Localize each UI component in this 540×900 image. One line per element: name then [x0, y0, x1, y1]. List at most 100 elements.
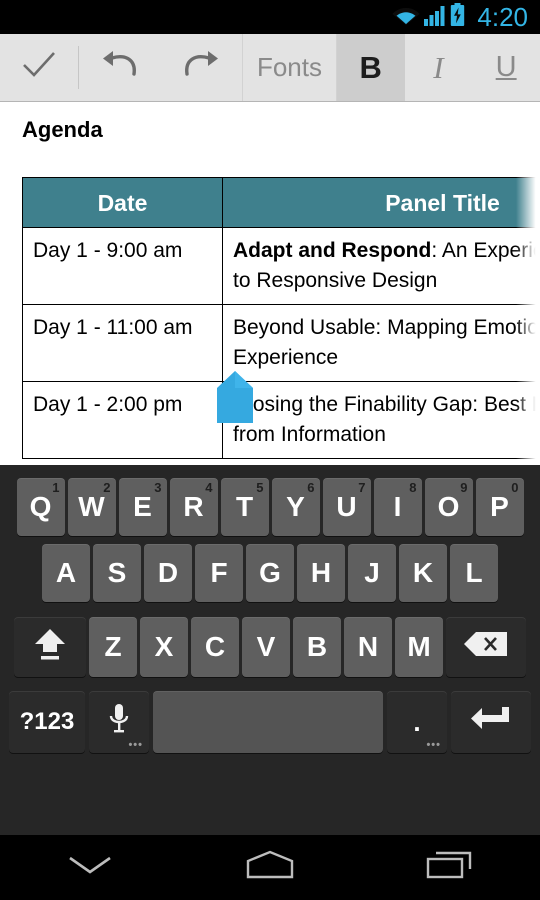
key-hint-4: 4: [205, 480, 213, 495]
wifi-icon: [392, 4, 420, 31]
key-f[interactable]: F: [195, 544, 243, 602]
android-navigation-bar: [0, 835, 540, 900]
key-hint-6: 6: [307, 480, 315, 495]
microphone-icon: [106, 702, 132, 743]
android-screen: 4:20 Fonts B I U Agenda Date Panel Title…: [0, 0, 540, 900]
key-d[interactable]: D: [144, 544, 192, 602]
cell-panel: Closing the Finability Gap: Best Practic…: [222, 381, 540, 459]
key-j[interactable]: J: [348, 544, 396, 602]
column-header-date: Date: [22, 177, 223, 228]
key-q[interactable]: 1Q: [16, 478, 65, 536]
key-h[interactable]: H: [297, 544, 345, 602]
key-u[interactable]: 7U: [322, 478, 371, 536]
key-backspace[interactable]: [446, 617, 526, 677]
key-x[interactable]: X: [140, 617, 188, 677]
key-hint-9: 9: [460, 480, 468, 495]
redo-icon: [181, 50, 221, 85]
key-shift[interactable]: [14, 617, 86, 677]
cell-panel-rest: Beyond Usable: Mapping Emotion to Experi…: [233, 316, 540, 369]
bold-button[interactable]: B: [336, 34, 405, 101]
key-longpress-dots: •••: [128, 739, 143, 751]
status-bar-icons: [392, 2, 465, 32]
cell-panel-bold: Adapt and Respond: [233, 239, 432, 262]
key-r[interactable]: 4R: [169, 478, 218, 536]
table-header-row: Date Panel Title: [22, 177, 540, 228]
key-label: E: [133, 491, 152, 522]
key-hint-5: 5: [256, 480, 264, 495]
document-editor-area[interactable]: Agenda Date Panel Title Day 1 - 9:00 am …: [0, 103, 540, 465]
status-bar: 4:20: [0, 0, 540, 34]
key-label: O: [437, 491, 460, 522]
checkmark-icon: [21, 50, 57, 85]
key-hint-1: 1: [52, 480, 60, 495]
key-g[interactable]: G: [246, 544, 294, 602]
key-hint-0: 0: [511, 480, 519, 495]
redo-button[interactable]: [160, 34, 242, 101]
undo-icon: [100, 50, 140, 85]
key-b[interactable]: B: [293, 617, 341, 677]
cell-date: Day 1 - 2:00 pm: [22, 381, 223, 459]
underline-button[interactable]: U: [472, 34, 540, 101]
italic-button[interactable]: I: [405, 34, 473, 101]
cell-date: Day 1 - 9:00 am: [22, 227, 223, 305]
key-z[interactable]: Z: [89, 617, 137, 677]
soft-keyboard: 1Q 2W 3E 4R 5T 6Y 7U 8I 9O 0P A S D F G …: [0, 465, 540, 835]
backspace-icon: [463, 630, 509, 665]
key-label: Y: [286, 491, 305, 522]
enter-arrow-icon: [469, 704, 513, 741]
home-icon: [242, 849, 298, 886]
cell-panel: Adapt and Respond: An Experience Guide t…: [222, 227, 540, 305]
undo-button[interactable]: [79, 34, 161, 101]
key-label: P: [490, 491, 509, 522]
key-longpress-dots: •••: [426, 739, 441, 751]
recents-icon: [424, 849, 476, 886]
key-v[interactable]: V: [242, 617, 290, 677]
fonts-button[interactable]: Fonts: [242, 34, 337, 101]
key-hint-2: 2: [103, 480, 111, 495]
battery-charging-icon: [450, 2, 465, 32]
key-microphone[interactable]: •••: [89, 691, 149, 753]
key-hint-8: 8: [409, 480, 417, 495]
key-label: .: [413, 706, 421, 737]
key-a[interactable]: A: [42, 544, 90, 602]
key-i[interactable]: 8I: [373, 478, 422, 536]
key-label: Q: [29, 491, 52, 522]
key-e[interactable]: 3E: [118, 478, 167, 536]
editor-toolbar: Fonts B I U: [0, 34, 540, 102]
key-n[interactable]: N: [344, 617, 392, 677]
key-p[interactable]: 0P: [475, 478, 524, 536]
key-hint-3: 3: [154, 480, 162, 495]
nav-recents-button[interactable]: [400, 835, 500, 900]
column-header-panel: Panel Title: [222, 177, 540, 228]
key-o[interactable]: 9O: [424, 478, 473, 536]
cell-date: Day 1 - 11:00 am: [22, 304, 223, 382]
cellular-signal-icon: [424, 4, 446, 31]
key-s[interactable]: S: [93, 544, 141, 602]
nav-home-button[interactable]: [220, 835, 320, 900]
key-label: W: [78, 491, 105, 522]
key-y[interactable]: 6Y: [271, 478, 320, 536]
key-label: I: [393, 491, 402, 522]
key-period[interactable]: . •••: [387, 691, 447, 753]
key-l[interactable]: L: [450, 544, 498, 602]
key-m[interactable]: M: [395, 617, 443, 677]
key-w[interactable]: 2W: [67, 478, 116, 536]
key-hint-7: 7: [358, 480, 366, 495]
cell-panel: Beyond Usable: Mapping Emotion to Experi…: [222, 304, 540, 382]
status-bar-clock: 4:20: [477, 1, 528, 32]
key-label: T: [235, 491, 254, 522]
key-space[interactable]: [153, 691, 383, 753]
key-c[interactable]: C: [191, 617, 239, 677]
table-row: Day 1 - 2:00 pm Closing the Finability G…: [22, 381, 540, 459]
key-label: R: [183, 491, 204, 522]
chevron-down-icon: [66, 852, 114, 883]
done-checkmark-button[interactable]: [0, 34, 78, 101]
table-row: Day 1 - 11:00 am Beyond Usable: Mapping …: [22, 304, 540, 382]
key-t[interactable]: 5T: [220, 478, 269, 536]
key-label: U: [336, 491, 357, 522]
key-k[interactable]: K: [399, 544, 447, 602]
nav-back-hide-keyboard-button[interactable]: [40, 835, 140, 900]
key-enter[interactable]: [451, 691, 531, 753]
key-symbols[interactable]: ?123: [9, 691, 85, 753]
keyboard-row-2: A S D F G H J K L: [0, 537, 540, 609]
